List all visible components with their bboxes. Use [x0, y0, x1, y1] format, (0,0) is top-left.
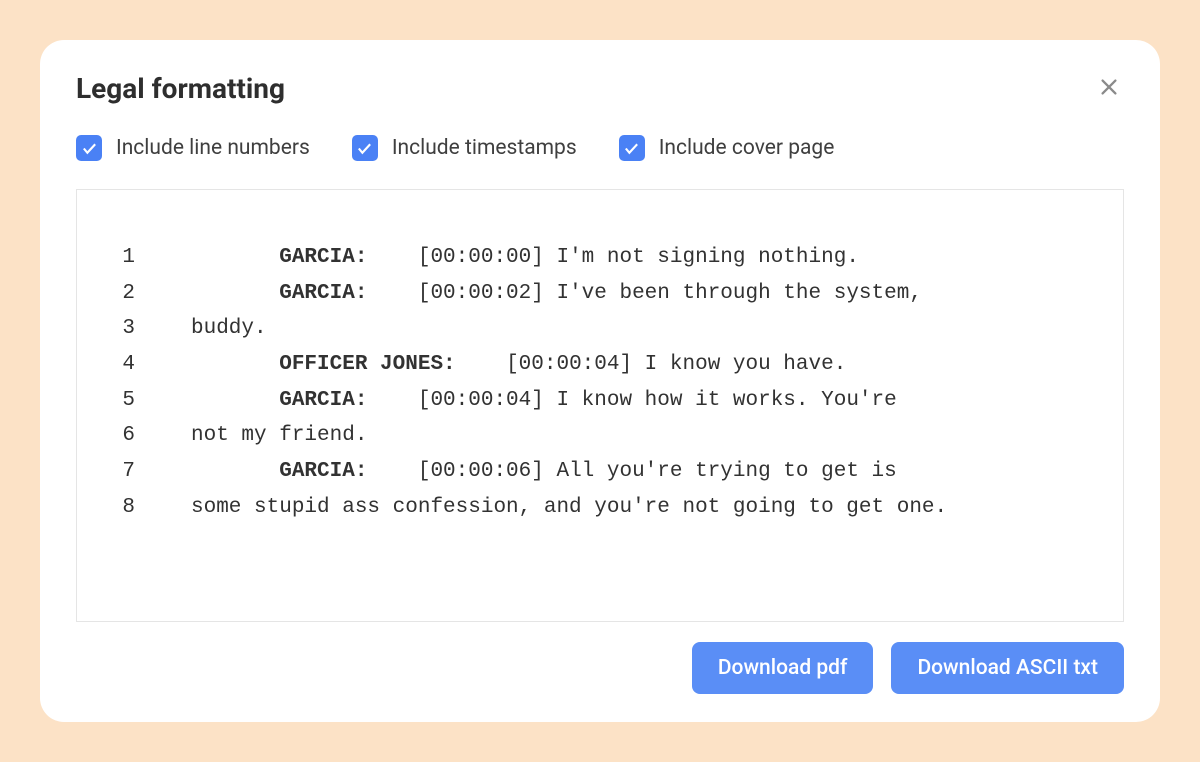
options-row: Include line numbers Include timestamps …: [76, 135, 1124, 161]
option-label: Include cover page: [659, 136, 835, 160]
line-number: 3: [97, 311, 135, 347]
checkbox-timestamps[interactable]: [352, 135, 378, 161]
line-number: 1: [97, 240, 135, 276]
check-icon: [81, 140, 98, 157]
line-content: GARCIA: [00:00:02] I've been through the…: [135, 276, 1103, 312]
legal-formatting-modal: Legal formatting Include line numbers In…: [40, 40, 1160, 722]
transcript-line: 3buddy.: [97, 311, 1103, 347]
line-content: GARCIA: [00:00:00] I'm not signing nothi…: [135, 240, 1103, 276]
option-label: Include line numbers: [116, 136, 310, 160]
download-pdf-button[interactable]: Download pdf: [692, 642, 874, 694]
line-number: 6: [97, 418, 135, 454]
line-content: GARCIA: [00:00:06] All you're trying to …: [135, 454, 1103, 490]
transcript-line: 8some stupid ass confession, and you're …: [97, 490, 1103, 526]
speaker-name: GARCIA:: [279, 246, 367, 269]
transcript-preview: 1 GARCIA: [00:00:00] I'm not signing not…: [76, 189, 1124, 622]
transcript-line: 6not my friend.: [97, 418, 1103, 454]
line-content: GARCIA: [00:00:04] I know how it works. …: [135, 383, 1103, 419]
line-content: not my friend.: [135, 418, 1103, 454]
close-button[interactable]: [1094, 72, 1124, 102]
transcript-line: 2 GARCIA: [00:00:02] I've been through t…: [97, 276, 1103, 312]
check-icon: [623, 140, 640, 157]
modal-title: Legal formatting: [76, 72, 285, 105]
checkbox-cover-page[interactable]: [619, 135, 645, 161]
line-number: 4: [97, 347, 135, 383]
speaker-name: GARCIA:: [279, 282, 367, 305]
option-timestamps[interactable]: Include timestamps: [352, 135, 577, 161]
transcript-line: 5 GARCIA: [00:00:04] I know how it works…: [97, 383, 1103, 419]
transcript-line: 4 OFFICER JONES: [00:00:04] I know you h…: [97, 347, 1103, 383]
speaker-name: GARCIA:: [279, 389, 367, 412]
option-line-numbers[interactable]: Include line numbers: [76, 135, 310, 161]
download-ascii-txt-button[interactable]: Download ASCII txt: [891, 642, 1124, 694]
modal-footer: Download pdf Download ASCII txt: [76, 642, 1124, 694]
close-icon: [1098, 76, 1120, 98]
check-icon: [356, 140, 373, 157]
line-content: some stupid ass confession, and you're n…: [135, 490, 1103, 526]
line-content: OFFICER JONES: [00:00:04] I know you hav…: [135, 347, 1103, 383]
line-number: 2: [97, 276, 135, 312]
option-label: Include timestamps: [392, 136, 577, 160]
line-content: buddy.: [135, 311, 1103, 347]
speaker-name: GARCIA:: [279, 460, 367, 483]
modal-header: Legal formatting: [76, 72, 1124, 105]
checkbox-line-numbers[interactable]: [76, 135, 102, 161]
line-number: 7: [97, 454, 135, 490]
line-number: 5: [97, 383, 135, 419]
transcript-line: 1 GARCIA: [00:00:00] I'm not signing not…: [97, 240, 1103, 276]
transcript-line: 7 GARCIA: [00:00:06] All you're trying t…: [97, 454, 1103, 490]
speaker-name: OFFICER JONES:: [279, 353, 455, 376]
line-number: 8: [97, 490, 135, 526]
option-cover-page[interactable]: Include cover page: [619, 135, 835, 161]
